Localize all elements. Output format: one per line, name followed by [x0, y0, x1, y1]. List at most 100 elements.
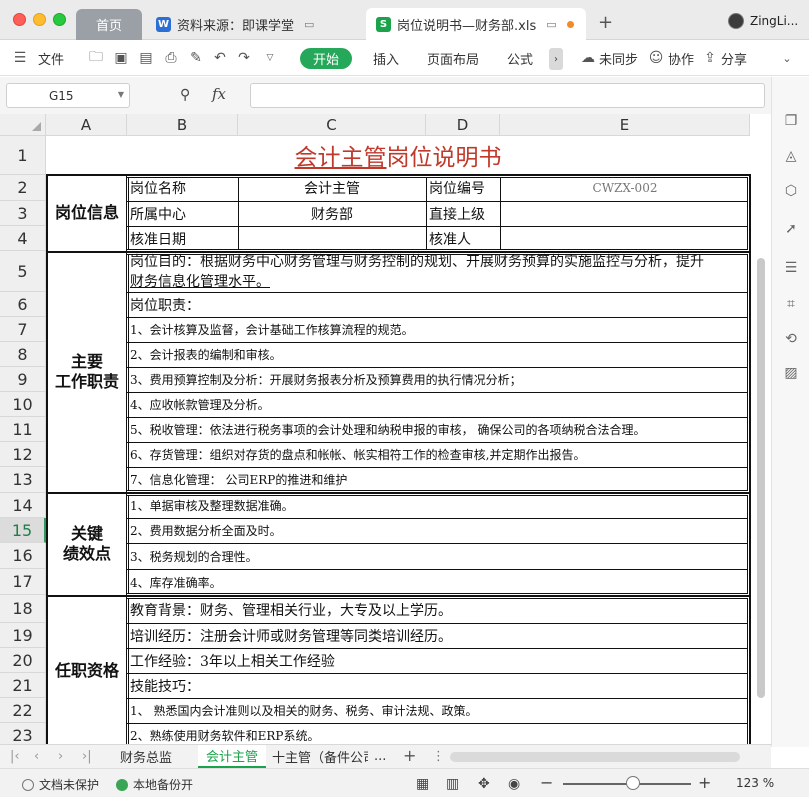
row-header-3[interactable]: 3: [0, 201, 46, 226]
file-menu[interactable]: 文件: [38, 40, 64, 76]
qual-training[interactable]: 培训经历：注册会计师或财务管理等同类培训经历。: [127, 623, 750, 648]
row-header-4[interactable]: 4: [0, 226, 46, 251]
label-superior[interactable]: 直接上级: [426, 201, 500, 226]
monitor-icon[interactable]: ▭: [546, 18, 556, 31]
column-header-d[interactable]: D: [426, 114, 500, 136]
column-header-c[interactable]: C: [238, 114, 426, 136]
tab-formula[interactable]: 公式: [507, 40, 533, 76]
formula-input[interactable]: [250, 83, 765, 108]
tab-start[interactable]: 开始: [300, 48, 352, 69]
image-icon[interactable]: ▨: [782, 364, 800, 382]
column-header-a[interactable]: A: [46, 114, 127, 136]
row-header-2[interactable]: 2: [0, 175, 46, 201]
protect-status[interactable]: 文档未保护: [22, 776, 99, 793]
row-header-17[interactable]: 17: [0, 569, 46, 595]
skill-item[interactable]: 2、熟练使用财务软件和ERP系统。: [127, 723, 750, 744]
duties-header[interactable]: 岗位职责：: [127, 292, 750, 317]
sliders-icon[interactable]: ☰: [782, 259, 800, 277]
row-header-10[interactable]: 10: [0, 392, 46, 417]
skill-item[interactable]: 1、 熟悉国内会计准则以及相关的财务、税务、审计法规、政策。: [127, 698, 750, 723]
column-header-b[interactable]: B: [127, 114, 238, 136]
shapes-icon[interactable]: ❐: [782, 112, 800, 130]
row-header-15[interactable]: 15: [0, 518, 46, 543]
prev-sheet-icon[interactable]: ‹: [34, 749, 39, 764]
print-icon[interactable]: ⎙: [163, 50, 179, 66]
sync-status-button[interactable]: 未同步: [599, 40, 638, 76]
spreadsheet-grid[interactable]: A B C D E 1 2 3 4 5 6 7 8 9 10 11 12 13 14 15 16 17 18 19 2…: [0, 114, 771, 744]
add-sheet-button[interactable]: +: [403, 746, 416, 765]
zoom-slider-handle[interactable]: [626, 776, 640, 790]
post-purpose[interactable]: 岗位目的：根据财务中心财务管理与财务控制的规划、开展财务预算的实施监控与分析，提…: [127, 252, 750, 292]
row-header-18[interactable]: 18: [0, 595, 46, 623]
value-center[interactable]: 财务部: [238, 201, 426, 226]
tab-home[interactable]: 首页: [76, 9, 142, 40]
chevron-down-icon[interactable]: ⌄: [779, 50, 795, 66]
chevron-down-icon[interactable]: ▽: [262, 50, 278, 66]
value-post-no[interactable]: CWZX-002: [500, 175, 750, 201]
hexagon-icon[interactable]: ⬡: [782, 182, 800, 200]
minimize-window-button[interactable]: [33, 13, 46, 26]
first-sheet-icon[interactable]: |‹: [10, 749, 20, 764]
monitor-icon[interactable]: ▭: [304, 18, 314, 31]
label-approver[interactable]: 核准人: [426, 226, 500, 251]
value-approve-date[interactable]: [238, 226, 426, 251]
row-header-23[interactable]: 23: [0, 723, 46, 744]
value-superior[interactable]: [500, 201, 750, 226]
row-header-7[interactable]: 7: [0, 317, 46, 342]
row-header-8[interactable]: 8: [0, 342, 46, 367]
row-header-9[interactable]: 9: [0, 367, 46, 392]
qual-experience[interactable]: 工作经验：3年以上相关工作经验: [127, 648, 750, 673]
share-button[interactable]: 分享: [721, 40, 747, 76]
row-header-5[interactable]: 5: [0, 251, 46, 292]
close-window-button[interactable]: [13, 13, 26, 26]
sheet-tab-parts-supervisor[interactable]: 十主管（备件公司: [268, 745, 368, 768]
normal-view-icon[interactable]: ▦: [416, 776, 429, 792]
history-icon[interactable]: ⟲: [782, 330, 800, 348]
more-sheets-button[interactable]: ...: [366, 745, 394, 768]
page-layout-view-icon[interactable]: ▥: [446, 776, 459, 792]
kpi-item[interactable]: 1、单据审核及整理数据准确。: [127, 493, 750, 518]
maximize-window-button[interactable]: [53, 13, 66, 26]
row-header-12[interactable]: 12: [0, 442, 46, 467]
duty-item[interactable]: 3、费用预算控制及分析：开展财务报表分析及预算费用的执行情况分析；: [127, 367, 750, 392]
row-header-20[interactable]: 20: [0, 648, 46, 673]
qual-education[interactable]: 教育背景：财务、管理相关行业，大专及以上学历。: [127, 597, 750, 623]
zoom-level[interactable]: 123 %: [736, 776, 774, 790]
page-break-view-icon[interactable]: ✥: [478, 776, 490, 792]
name-box[interactable]: G15 ▼: [6, 83, 130, 108]
open-folder-icon[interactable]: 🗀: [88, 49, 104, 66]
duty-item[interactable]: 4、应收帐款管理及分析。: [127, 392, 750, 417]
kpi-item[interactable]: 4、库存准确率。: [127, 569, 750, 595]
backup-status[interactable]: 本地备份开: [116, 776, 193, 793]
crop-icon[interactable]: ⌗: [782, 295, 800, 313]
duty-item[interactable]: 5、税收管理：依法进行税务事项的会计处理和纳税申报的审核， 确保公司的各项纳税合…: [127, 417, 750, 442]
format-painter-icon[interactable]: ✎: [188, 50, 204, 66]
sheet-tab-accounting-supervisor[interactable]: 会计主管: [198, 745, 267, 768]
row-header-21[interactable]: 21: [0, 673, 46, 698]
row-header-11[interactable]: 11: [0, 417, 46, 442]
row-header-19[interactable]: 19: [0, 623, 46, 648]
zoom-search-icon[interactable]: ⚲: [180, 87, 190, 103]
duty-item[interactable]: 1、会计核算及监督，会计基础工作核算流程的规范。: [127, 317, 750, 342]
label-post-no[interactable]: 岗位编号: [426, 175, 500, 201]
qual-skills-header[interactable]: 技能技巧：: [127, 673, 750, 698]
save-icon[interactable]: ▣: [113, 50, 129, 66]
duty-item[interactable]: 7、信息化管理： 公司ERP的推进和维护: [127, 467, 750, 492]
value-post-name[interactable]: 会计主管: [238, 175, 426, 201]
row-header-14[interactable]: 14: [0, 493, 46, 518]
row-header-1[interactable]: 1: [0, 136, 46, 175]
label-post-name[interactable]: 岗位名称: [127, 175, 238, 201]
kpi-item[interactable]: 3、税务规划的合理性。: [127, 543, 750, 569]
function-icon[interactable]: fx: [212, 85, 226, 103]
horizontal-scrollbar[interactable]: [450, 752, 740, 762]
kpi-item[interactable]: 2、费用数据分析全面及时。: [127, 518, 750, 543]
row-header-13[interactable]: 13: [0, 467, 46, 493]
next-sheet-icon[interactable]: ›: [58, 749, 63, 764]
redo-icon[interactable]: ↷: [236, 50, 252, 66]
vertical-scrollbar[interactable]: [757, 258, 765, 698]
tab-job-description[interactable]: S 岗位说明书—财务部.xls ▭: [366, 8, 586, 40]
label-approve-date[interactable]: 核准日期: [127, 226, 238, 251]
cursor-icon[interactable]: ➚: [782, 220, 800, 238]
tab-source-doc[interactable]: W 资料来源：即课学堂 ▭: [146, 8, 346, 40]
last-sheet-icon[interactable]: ›|: [82, 749, 92, 764]
